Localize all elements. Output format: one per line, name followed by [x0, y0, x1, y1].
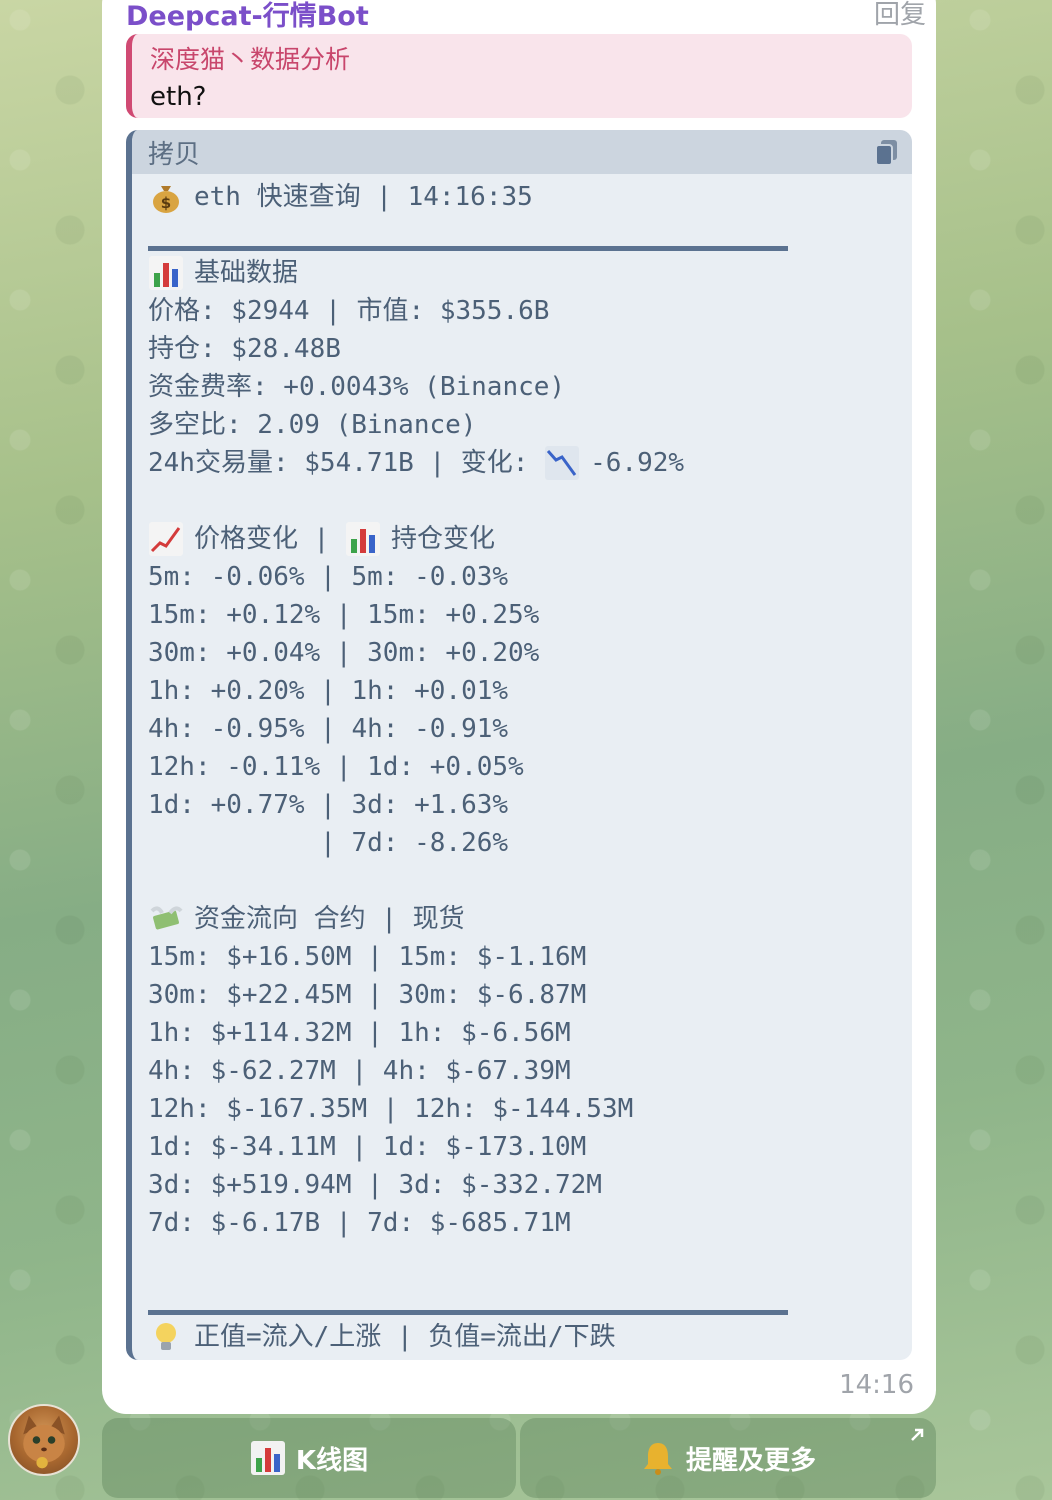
code-line: 24h交易量: $54.71B | 变化: -6.92%	[148, 444, 912, 482]
code-line: 资金费率: +0.0043% (Binance)	[148, 368, 912, 406]
code-line: 5m: -0.06% | 5m: -0.03%	[148, 558, 912, 596]
code-line: 1d: $-34.11M | 1d: $-173.10M	[148, 1128, 912, 1166]
code-line: 1h: $+114.32M | 1h: $-6.56M	[148, 1014, 912, 1052]
bar-chart-icon	[149, 256, 183, 290]
code-line: 15m: +0.12% | 15m: +0.25%	[148, 596, 912, 634]
code-line: 资金流向 合约 | 现货	[148, 900, 912, 938]
message-time: 14:16	[839, 1370, 914, 1400]
code-line-text: 基础数据	[194, 258, 299, 288]
cat-avatar-icon	[23, 1415, 65, 1469]
alerts-more-button[interactable]: 提醒及更多	[520, 1418, 936, 1498]
divider-rule	[148, 216, 912, 254]
code-line-text: 资金费率: +0.0043% (Binance)	[148, 372, 566, 402]
code-line-text: 15m: $+16.50M | 15m: $-1.16M	[148, 942, 587, 972]
code-line: 价格: $2944 | 市值: $355.6B	[148, 292, 912, 330]
alerts-more-label: 提醒及更多	[685, 1445, 816, 1476]
code-line: 多空比: 2.09 (Binance)	[148, 406, 912, 444]
code-line: 12h: -0.11% | 1d: +0.05%	[148, 748, 912, 786]
code-line-text: | 7d: -8.26%	[148, 828, 509, 858]
code-line: 价格变化 | 持仓变化	[148, 520, 912, 558]
code-block-header: 拷贝	[132, 130, 912, 174]
bot-avatar[interactable]	[8, 1404, 80, 1476]
code-line: 4h: -0.95% | 4h: -0.91%	[148, 710, 912, 748]
code-line-trail-text: -6.92%	[590, 448, 685, 478]
code-block: 拷贝 $ eth 快速查询 | 14:16:35 基础数据价格: $2944 | 市…	[126, 130, 912, 1360]
code-line: 正值=流入/上涨 | 负值=流出/下跌	[148, 1318, 912, 1356]
code-line: 基础数据	[148, 254, 912, 292]
open-link-arrow-icon	[911, 1428, 924, 1441]
kline-chart-label: K线图	[295, 1445, 369, 1476]
code-line-text: 5m: -0.06% | 5m: -0.03%	[148, 562, 509, 592]
money-with-wings-icon	[150, 906, 183, 930]
code-line: 7d: $-6.17B | 7d: $-685.71M	[148, 1204, 912, 1242]
code-line: 30m: $+22.45M | 30m: $-6.87M	[148, 976, 912, 1014]
code-line-text: 12h: -0.11% | 1d: +0.05%	[148, 752, 524, 782]
quote-text: eth?	[150, 82, 207, 112]
code-line-text: 30m: +0.04% | 30m: +0.20%	[148, 638, 540, 668]
code-line-text: 资金流向 合约 | 现货	[194, 904, 465, 934]
light-bulb-icon	[156, 1323, 176, 1350]
code-line: 30m: +0.04% | 30m: +0.20%	[148, 634, 912, 672]
code-line-text: 正值=流入/上涨 | 负值=流出/下跌	[194, 1322, 616, 1352]
bell-icon	[643, 1443, 672, 1475]
quote-author: 深度猫丶数据分析	[150, 45, 351, 74]
code-line-text: eth 快速查询 | 14:16:35	[194, 182, 533, 212]
code-line-text: 30m: $+22.45M | 30m: $-6.87M	[148, 980, 587, 1010]
code-line-trail-text: 持仓变化	[390, 524, 495, 554]
code-line-text: 24h交易量: $54.71B | 变化:	[148, 448, 545, 478]
code-line: $ eth 快速查询 | 14:16:35	[148, 178, 912, 216]
code-line: 1d: +0.77% | 3d: +1.63%	[148, 786, 912, 824]
money-bag-icon: $	[153, 186, 179, 213]
reply-button[interactable]: 回复	[874, 0, 926, 31]
code-line: 持仓: $28.48B	[148, 330, 912, 368]
sender-name[interactable]: Deepcat-行情Bot	[126, 0, 369, 33]
code-line: 4h: $-62.27M | 4h: $-67.39M	[148, 1052, 912, 1090]
code-line-text: 1d: $-34.11M | 1d: $-173.10M	[148, 1132, 587, 1162]
code-line-text: 15m: +0.12% | 15m: +0.25%	[148, 600, 540, 630]
kline-chart-button[interactable]: K线图	[102, 1418, 516, 1498]
code-line-text: 3d: $+519.94M | 3d: $-332.72M	[148, 1170, 602, 1200]
code-line: 1h: +0.20% | 1h: +0.01%	[148, 672, 912, 710]
code-line: 15m: $+16.50M | 15m: $-1.16M	[148, 938, 912, 976]
code-block-label: 拷贝	[148, 140, 201, 170]
code-line-text: 4h: -0.95% | 4h: -0.91%	[148, 714, 509, 744]
chart-increasing-icon	[149, 522, 183, 556]
divider-rule	[148, 1280, 912, 1318]
code-line: 12h: $-167.35M | 12h: $-144.53M	[148, 1090, 912, 1128]
code-line-text: 12h: $-167.35M | 12h: $-144.53M	[148, 1094, 634, 1124]
code-line-text: 价格: $2944 | 市值: $355.6B	[148, 296, 550, 326]
copy-icon[interactable]	[874, 138, 900, 166]
code-line-text: 1h: $+114.32M | 1h: $-6.56M	[148, 1018, 571, 1048]
code-line-text: 1d: +0.77% | 3d: +1.63%	[148, 790, 509, 820]
code-block-content: $ eth 快速查询 | 14:16:35 基础数据价格: $2944 | 市值: …	[132, 174, 912, 1356]
code-line-text: 多空比: 2.09 (Binance)	[148, 410, 477, 440]
code-line: 3d: $+519.94M | 3d: $-332.72M	[148, 1166, 912, 1204]
bar-chart-icon	[250, 1441, 285, 1475]
code-line: | 7d: -8.26%	[148, 824, 912, 862]
code-line-text: 持仓: $28.48B	[148, 334, 341, 364]
reply-quote[interactable]: 深度猫丶数据分析 eth?	[126, 34, 912, 118]
code-line-text: 7d: $-6.17B | 7d: $-685.71M	[148, 1208, 571, 1238]
svg-text:$: $	[161, 194, 171, 212]
bar-chart-icon	[345, 522, 380, 556]
code-line-text: 4h: $-62.27M | 4h: $-67.39M	[148, 1056, 571, 1086]
code-line-text: 价格变化 |	[194, 524, 345, 554]
code-line-text: 1h: +0.20% | 1h: +0.01%	[148, 676, 509, 706]
chart-decreasing-icon	[545, 446, 580, 480]
